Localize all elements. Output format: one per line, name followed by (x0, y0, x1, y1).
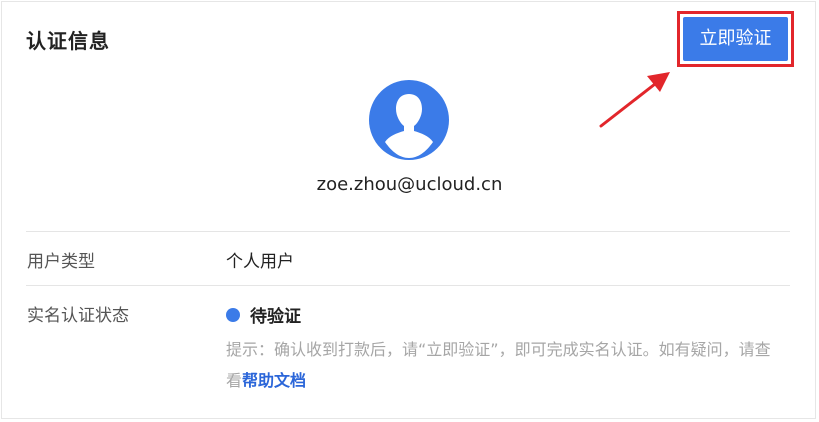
user-email: zoe.zhou@ucloud.cn (316, 174, 503, 195)
divider (26, 285, 790, 286)
divider (26, 231, 790, 232)
hint-text: 提示：确认收到打款后，请“立即验证”，即可完成实名认证。如有疑问，请查看 (226, 340, 771, 390)
status-value: 待验证 (250, 307, 301, 327)
user-type-label: 用户类型 (27, 252, 95, 272)
status-dot-icon (226, 307, 240, 322)
help-docs-link[interactable]: 帮助文档 (242, 371, 306, 390)
verification-status-label: 实名认证状态 (27, 306, 129, 326)
user-avatar-icon (369, 80, 449, 160)
user-type-value: 个人用户 (226, 252, 294, 272)
verification-hint: 提示：确认收到打款后，请“立即验证”，即可完成实名认证。如有疑问，请查看帮助文档 (226, 334, 786, 396)
verification-status: 待验证 (226, 302, 301, 327)
